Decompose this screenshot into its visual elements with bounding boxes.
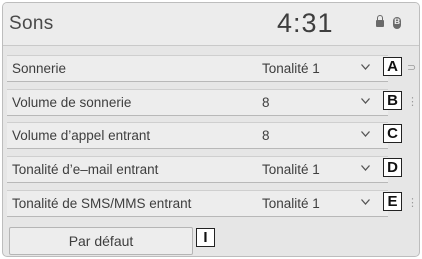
setting-value: 8 (262, 128, 270, 143)
callout-label: D (383, 158, 402, 177)
setting-row-email-tone[interactable]: Tonalité d’e–mail entrant Tonalité 1 (7, 156, 388, 183)
callout-label: C (383, 124, 402, 143)
scroll-indicator-icon: ⋮ (407, 96, 418, 108)
setting-row-ringtone[interactable]: Sonnerie Tonalité 1 (7, 55, 388, 82)
callout-label: I (196, 228, 215, 247)
default-button[interactable]: Par défaut (9, 227, 193, 255)
callout-label: A (383, 57, 402, 76)
setting-row-ring-volume[interactable]: Volume de sonnerie 8 (7, 89, 388, 116)
scroll-indicator-icon: ⋮ (407, 197, 418, 209)
clock: 4:31 (277, 8, 334, 38)
page-title: Sons (9, 13, 54, 34)
setting-value: Tonalité 1 (262, 162, 320, 177)
bluetooth-icon: ʙ (393, 16, 401, 29)
lock-icon (376, 15, 384, 28)
setting-label: Tonalité d’e–mail entrant (12, 162, 159, 177)
setting-label: Volume de sonnerie (12, 95, 132, 110)
setting-value: Tonalité 1 (262, 196, 320, 211)
setting-row-sms-mms-tone[interactable]: Tonalité de SMS/MMS entrant Tonalité 1 (7, 190, 388, 217)
chevron-down-icon (361, 98, 370, 105)
setting-label: Tonalité de SMS/MMS entrant (12, 196, 192, 211)
chevron-down-icon (361, 131, 370, 138)
setting-value: 8 (262, 95, 270, 110)
setting-row-incoming-call-volume[interactable]: Volume d’appel entrant 8 (7, 122, 388, 149)
chevron-down-icon (361, 64, 370, 71)
callout-label: B (383, 91, 402, 110)
chevron-down-icon (361, 199, 370, 206)
sound-settings-screen: Sons 4:31 ʙ Sonnerie Tonalité 1 Volume d… (2, 2, 420, 257)
callout-label: E (383, 192, 402, 211)
header-bar: Sons 4:31 ʙ (3, 3, 419, 46)
chevron-down-icon (361, 165, 370, 172)
setting-label: Sonnerie (12, 61, 67, 76)
scroll-indicator-icon: ⊃ (407, 62, 417, 74)
setting-value: Tonalité 1 (262, 61, 320, 76)
setting-label: Volume d’appel entrant (12, 128, 151, 143)
